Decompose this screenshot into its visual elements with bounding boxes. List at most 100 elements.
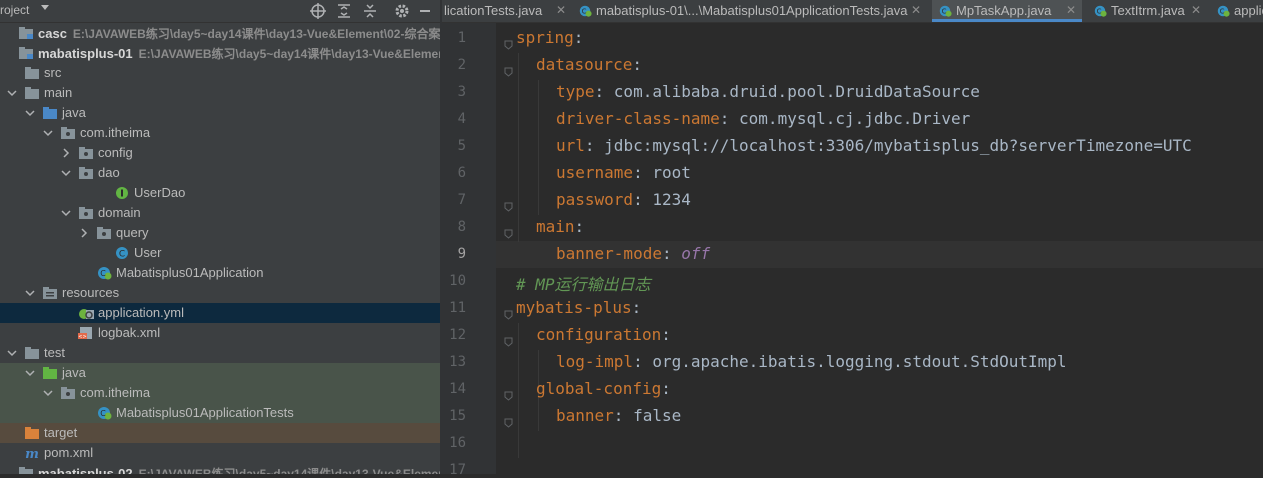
project-view-title[interactable]: roject xyxy=(0,3,29,17)
fold-marker-icon[interactable] xyxy=(504,332,513,347)
yaml-value: jdbc:mysql://localhost:3306/mybatisplus_… xyxy=(604,136,1192,155)
line-number: 13 xyxy=(449,354,466,370)
yaml-separator: : xyxy=(633,163,653,182)
yaml-value: false xyxy=(633,406,682,425)
spring-class-icon: C xyxy=(1217,5,1230,17)
yaml-key: url xyxy=(556,136,585,155)
tree-item-label: mabatisplus-01 E:\JAVAWEB练习\day5~day14课件\… xyxy=(38,45,440,62)
tree-folder-target[interactable]: target xyxy=(0,423,440,443)
chevron-down-icon[interactable] xyxy=(41,5,49,10)
expand-all-icon[interactable] xyxy=(335,2,353,20)
collapse-all-icon[interactable] xyxy=(361,2,379,20)
tree-package-domain[interactable]: domain xyxy=(0,203,440,223)
line-number: 17 xyxy=(449,462,466,478)
chevron-down-icon[interactable] xyxy=(24,107,36,119)
tree-item-label: Mabatisplus01ApplicationTests xyxy=(116,405,294,420)
svg-text:C: C xyxy=(100,269,106,278)
chevron-right-icon[interactable] xyxy=(60,147,72,159)
chevron-down-icon[interactable] xyxy=(60,167,72,179)
fold-marker-icon[interactable] xyxy=(504,197,513,212)
chevron-right-icon[interactable] xyxy=(78,227,90,239)
tree-item-label: config xyxy=(98,145,133,160)
tree-folder-src[interactable]: src xyxy=(0,63,440,83)
tab-mptaskapp[interactable]: C MpTaskApp.java ✕ xyxy=(932,0,1082,22)
module-folder-icon xyxy=(19,467,33,474)
chevron-down-icon[interactable] xyxy=(6,347,18,359)
tab-application-tests-2[interactable]: Cmabatisplus-01\...\Mabatisplus01Applica… xyxy=(572,0,927,22)
tree-folder-test[interactable]: test xyxy=(0,343,440,363)
close-icon[interactable]: ✕ xyxy=(1191,3,1201,17)
tree-item-label: Mabatisplus01Application xyxy=(116,265,264,280)
code-line: username: root xyxy=(556,163,691,190)
line-number: 16 xyxy=(449,435,466,451)
tab-applic[interactable]: Capplic xyxy=(1210,0,1263,22)
excluded-folder-icon xyxy=(25,427,39,439)
gear-icon[interactable] xyxy=(393,2,411,20)
tree-module-mabatisplus-01[interactable]: mabatisplus-01 E:\JAVAWEB练习\day5~day14课件\… xyxy=(0,43,440,63)
tree-package-config[interactable]: config xyxy=(0,143,440,163)
yaml-key: password xyxy=(556,190,634,209)
test-source-folder-icon xyxy=(43,367,57,379)
module-folder-icon xyxy=(19,27,33,39)
code-line: banner: false xyxy=(556,406,681,433)
tree-file-pom[interactable]: m pom.xml xyxy=(0,443,440,463)
chevron-down-icon[interactable] xyxy=(24,367,36,379)
fold-marker-icon[interactable] xyxy=(504,62,513,77)
tree-folder-java[interactable]: java xyxy=(0,103,440,123)
tree-item-label: test xyxy=(44,345,65,360)
tab-application-tests-1[interactable]: licationTests.java ✕ xyxy=(442,0,572,22)
tree-file-application-tests[interactable]: C Mabatisplus01ApplicationTests xyxy=(0,403,440,423)
tree-item-label: logbak.xml xyxy=(98,325,161,340)
fold-marker-icon[interactable] xyxy=(504,386,513,401)
svg-text:C: C xyxy=(942,8,947,16)
chevron-down-icon[interactable] xyxy=(24,287,36,299)
chevron-down-icon[interactable] xyxy=(42,387,54,399)
chevron-down-icon[interactable] xyxy=(6,87,18,99)
yaml-separator: : xyxy=(633,190,653,209)
fold-marker-icon[interactable] xyxy=(504,35,513,50)
tree-file-logbak-xml[interactable]: <> logbak.xml xyxy=(0,323,440,343)
tab-textitrm[interactable]: C TextItrm.java ✕ xyxy=(1087,0,1207,22)
yaml-separator: : xyxy=(594,82,614,101)
yaml-separator: : xyxy=(661,379,671,398)
tree-module-mabatisplus-02[interactable]: mabatisplus-02 E:\JAVAWEB练习\day5~day14课件\… xyxy=(0,463,440,474)
svg-text:C: C xyxy=(582,8,587,16)
tree-package-dao[interactable]: dao xyxy=(0,163,440,183)
tree-file-userdao[interactable]: UserDao xyxy=(0,183,440,203)
tree-file-application[interactable]: C Mabatisplus01Application xyxy=(0,263,440,283)
line-number: 4 xyxy=(457,111,466,127)
spring-class-icon: C xyxy=(579,5,592,17)
code-content[interactable]: spring: datasource: type: com.alibaba.drui… xyxy=(516,23,1263,474)
locate-icon[interactable] xyxy=(309,2,327,20)
line-number-gutter[interactable]: 1 2 3 4 5 6 7 8 9 10 11 12 13 14 15 16 17 xyxy=(442,23,513,478)
tree-package-com-itheima[interactable]: com.itheima xyxy=(0,123,440,143)
spring-class-icon: C xyxy=(939,5,952,17)
tree-file-application-yml[interactable]: application.yml xyxy=(0,303,440,323)
fold-marker-icon[interactable] xyxy=(504,413,513,428)
code-line: configuration: xyxy=(536,325,671,352)
minimize-icon[interactable] xyxy=(416,2,434,20)
line-number: 1 xyxy=(457,30,466,46)
yaml-key: configuration xyxy=(536,325,662,344)
package-icon xyxy=(79,207,93,219)
close-icon[interactable]: ✕ xyxy=(1066,3,1076,17)
chevron-down-icon[interactable] xyxy=(60,207,72,219)
chevron-down-icon[interactable] xyxy=(42,127,54,139)
tree-folder-resources[interactable]: resources xyxy=(0,283,440,303)
code-line: # MP运行输出日志 xyxy=(516,271,651,298)
tree-module-casc[interactable]: casc E:\JAVAWEB练习\day5~day14课件\day13-Vue&… xyxy=(0,23,440,43)
fold-marker-icon[interactable] xyxy=(504,224,513,239)
tree-package-test-com-itheima[interactable]: com.itheima xyxy=(0,383,440,403)
tree-package-query[interactable]: query xyxy=(0,223,440,243)
close-icon[interactable]: ✕ xyxy=(556,3,566,17)
yaml-key: main xyxy=(536,217,575,236)
line-number: 7 xyxy=(457,192,466,208)
close-icon[interactable]: ✕ xyxy=(911,3,921,17)
yaml-separator: : xyxy=(573,28,584,47)
line-number: 6 xyxy=(457,165,466,181)
indent-guide xyxy=(538,80,539,215)
fold-marker-icon[interactable] xyxy=(504,305,513,320)
tree-folder-main[interactable]: main xyxy=(0,83,440,103)
tree-file-user[interactable]: C User xyxy=(0,243,440,263)
tree-folder-test-java[interactable]: java xyxy=(0,363,440,383)
